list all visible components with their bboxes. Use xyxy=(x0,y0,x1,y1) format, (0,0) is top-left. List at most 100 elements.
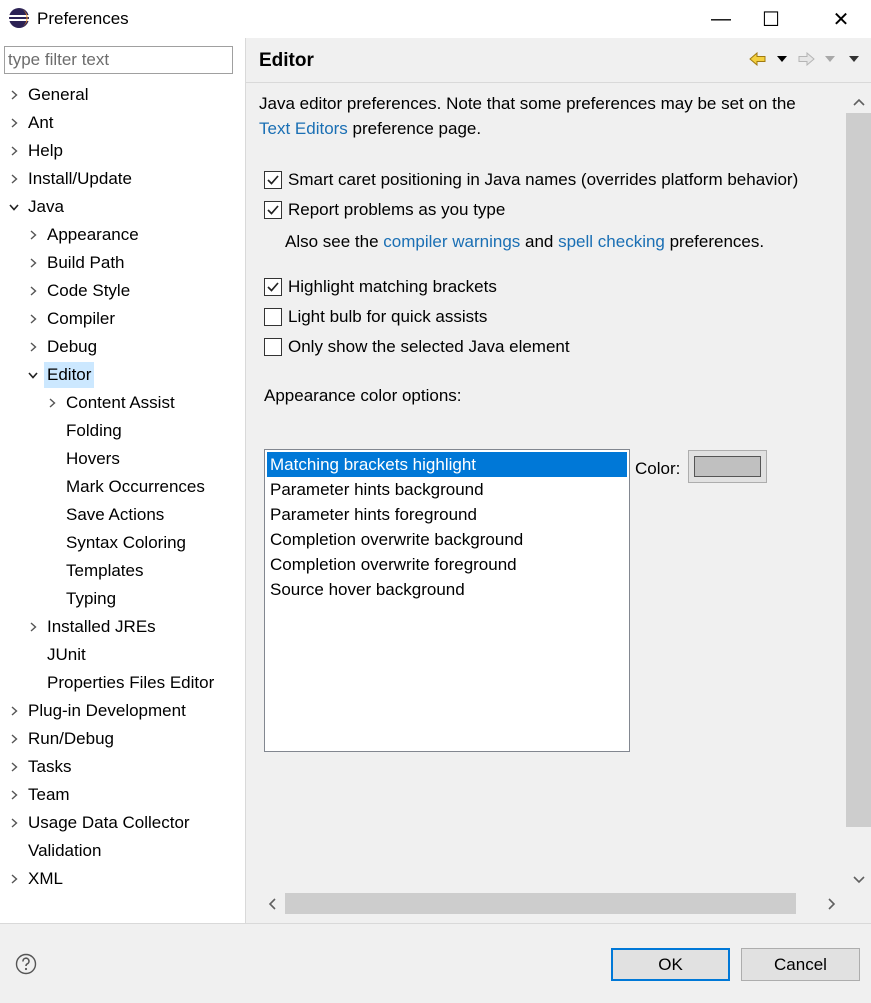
appearance-label: Appearance color options: xyxy=(264,386,462,405)
scroll-up-button[interactable] xyxy=(846,91,871,113)
chevron-right-icon[interactable] xyxy=(9,110,19,136)
compiler-warnings-link[interactable]: compiler warnings xyxy=(383,232,520,251)
list-item[interactable]: Completion overwrite background xyxy=(267,527,627,552)
list-item[interactable]: Parameter hints foreground xyxy=(267,502,627,527)
filter-input[interactable] xyxy=(4,46,233,74)
tree-item[interactable]: Debug xyxy=(0,334,245,360)
checkmark-icon xyxy=(267,175,279,185)
checkbox-box[interactable] xyxy=(264,201,282,219)
tree-item[interactable]: Mark Occurrences xyxy=(0,474,245,500)
tree-item[interactable]: Syntax Coloring xyxy=(0,530,245,556)
tree-item[interactable]: Compiler xyxy=(0,306,245,332)
title-bar: Preferences — ☐ ✕ xyxy=(0,0,871,38)
chevron-right-icon[interactable] xyxy=(28,250,38,276)
tree-item[interactable]: Templates xyxy=(0,558,245,584)
tree-item[interactable]: Installed JREs xyxy=(0,614,245,640)
preference-navigation: General Ant Help Install/Update Java Appearan… xyxy=(0,38,246,923)
tree-item[interactable]: Usage Data Collector xyxy=(0,810,245,836)
scroll-down-button[interactable] xyxy=(846,869,871,891)
chevron-down-icon[interactable] xyxy=(9,194,19,220)
list-item[interactable]: Parameter hints background xyxy=(267,477,627,502)
light-bulb-checkbox[interactable]: Light bulb for quick assists xyxy=(264,305,487,329)
tree-item[interactable]: Install/Update xyxy=(0,166,245,192)
chevron-right-icon[interactable] xyxy=(9,698,19,724)
color-picker-button[interactable] xyxy=(688,450,767,483)
spell-checking-link[interactable]: spell checking xyxy=(558,232,665,251)
checkbox-box[interactable] xyxy=(264,278,282,296)
scroll-left-button[interactable] xyxy=(259,891,285,916)
list-item[interactable]: Matching brackets highlight xyxy=(267,452,627,477)
tree-item[interactable]: XML xyxy=(0,866,245,892)
checkbox-box[interactable] xyxy=(264,171,282,189)
tree-item-label: Save Actions xyxy=(66,505,165,524)
chevron-right-icon[interactable] xyxy=(9,782,19,808)
tree-item[interactable]: Save Actions xyxy=(0,502,245,528)
tree-item-label: Folding xyxy=(66,421,122,440)
smart-caret-checkbox[interactable]: Smart caret positioning in Java names (o… xyxy=(264,168,798,192)
chevron-down-icon[interactable] xyxy=(28,362,38,388)
tree-item[interactable]: Appearance xyxy=(0,222,245,248)
chevron-right-icon[interactable] xyxy=(28,334,38,360)
footer-divider xyxy=(0,923,871,924)
back-button[interactable] xyxy=(747,50,769,68)
horizontal-scroll-thumb[interactable] xyxy=(285,893,796,914)
page-navigation xyxy=(747,50,865,68)
close-button[interactable]: ✕ xyxy=(811,0,871,38)
chevron-right-icon[interactable] xyxy=(9,810,19,836)
chevron-down-icon xyxy=(852,876,865,884)
tree-item[interactable]: Hovers xyxy=(0,446,245,472)
help-icon[interactable] xyxy=(15,953,37,975)
chevron-right-icon[interactable] xyxy=(9,866,19,892)
tree-item[interactable]: Run/Debug xyxy=(0,726,245,752)
chevron-right-icon[interactable] xyxy=(9,726,19,752)
tree-item[interactable]: Ant xyxy=(0,110,245,136)
ok-button[interactable]: OK xyxy=(611,948,730,981)
tree-item[interactable]: Plug-in Development xyxy=(0,698,245,724)
tree-item[interactable]: Code Style xyxy=(0,278,245,304)
list-item[interactable]: Source hover background xyxy=(267,577,627,602)
tree-item[interactable]: JUnit xyxy=(0,642,245,668)
list-item[interactable]: Completion overwrite foreground xyxy=(267,552,627,577)
tree-item[interactable]: Validation xyxy=(0,838,245,864)
chevron-right-icon[interactable] xyxy=(9,166,19,192)
tree-item[interactable]: Properties Files Editor xyxy=(0,670,245,696)
tree-item[interactable]: Help xyxy=(0,138,245,164)
highlight-brackets-checkbox[interactable]: Highlight matching brackets xyxy=(264,275,497,299)
tree-item-label: Java xyxy=(28,197,64,216)
maximize-button[interactable]: ☐ xyxy=(741,0,801,38)
tree-item[interactable]: Editor xyxy=(0,362,245,388)
cancel-button[interactable]: Cancel xyxy=(741,948,860,981)
vertical-scrollbar[interactable] xyxy=(846,91,871,891)
tree-item[interactable]: Content Assist xyxy=(0,390,245,416)
tree-item[interactable]: General xyxy=(0,82,245,108)
chevron-right-icon[interactable] xyxy=(9,82,19,108)
tree-item[interactable]: Team xyxy=(0,782,245,808)
selected-element-checkbox[interactable]: Only show the selected Java element xyxy=(264,335,570,359)
chevron-right-icon[interactable] xyxy=(28,222,38,248)
tree-item[interactable]: Folding xyxy=(0,418,245,444)
chevron-left-icon xyxy=(268,897,276,910)
chevron-right-icon[interactable] xyxy=(28,278,38,304)
back-menu-button[interactable] xyxy=(771,50,793,68)
report-problems-checkbox[interactable]: Report problems as you type xyxy=(264,198,505,222)
forward-button[interactable] xyxy=(795,50,817,68)
tree-item[interactable]: Tasks xyxy=(0,754,245,780)
vertical-scroll-thumb[interactable] xyxy=(846,113,871,827)
text-editors-link[interactable]: Text Editors xyxy=(259,119,348,138)
chevron-right-icon[interactable] xyxy=(47,390,57,416)
tree-item[interactable]: Typing xyxy=(0,586,245,612)
checkbox-box[interactable] xyxy=(264,338,282,356)
scroll-right-button[interactable] xyxy=(819,891,845,916)
chevron-right-icon[interactable] xyxy=(9,138,19,164)
chevron-right-icon[interactable] xyxy=(28,306,38,332)
horizontal-scrollbar[interactable] xyxy=(259,891,849,916)
chevron-right-icon[interactable] xyxy=(9,754,19,780)
tree-item[interactable]: Build Path xyxy=(0,250,245,276)
view-menu-button[interactable] xyxy=(843,50,865,68)
color-swatch xyxy=(694,456,761,477)
forward-menu-button[interactable] xyxy=(819,50,841,68)
checkbox-box[interactable] xyxy=(264,308,282,326)
chevron-right-icon[interactable] xyxy=(28,614,38,640)
color-options-list[interactable]: Matching brackets highlight Parameter hin… xyxy=(264,449,630,752)
tree-item[interactable]: Java xyxy=(0,194,245,220)
